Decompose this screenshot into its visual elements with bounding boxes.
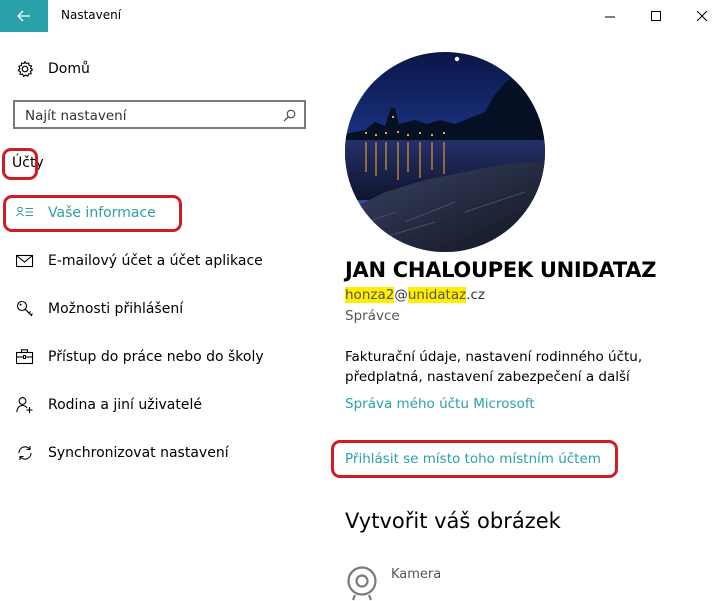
minimize-button[interactable] <box>587 0 633 32</box>
close-button[interactable] <box>679 0 725 32</box>
create-picture-heading: Vytvořit váš obrázek <box>345 509 561 533</box>
title-bar: Nastavení <box>0 0 726 32</box>
sidebar-item-your-info[interactable]: Vaše informace <box>16 202 156 224</box>
back-arrow-icon <box>17 10 30 22</box>
sidebar-item-label: E-mailový účet a účet aplikace <box>48 253 263 269</box>
user-role: Správce <box>345 308 400 324</box>
account-description: Fakturační údaje, nastavení rodinného úč… <box>345 349 643 385</box>
sidebar-item-family-users[interactable]: Rodina a jiní uživatelé <box>16 394 202 416</box>
briefcase-icon <box>16 348 34 366</box>
search-icon <box>283 109 296 122</box>
manage-account-link[interactable]: Správa mého účtu Microsoft <box>345 396 535 412</box>
nav-home[interactable]: Domů <box>16 58 90 80</box>
user-name: JAN CHALOUPEK UNIDATAZ <box>345 258 657 282</box>
sidebar-item-label: Vaše informace <box>48 205 156 221</box>
camera-label: Kamera <box>391 567 442 582</box>
back-button[interactable] <box>0 0 48 32</box>
key-icon <box>16 300 34 318</box>
sidebar-item-label: Synchronizovat nastavení <box>48 445 229 461</box>
minimize-icon <box>604 16 615 17</box>
gear-icon <box>17 60 34 78</box>
avatar[interactable] <box>345 52 545 252</box>
contact-card-icon <box>16 204 34 222</box>
user-email: honza2@unidataz.cz <box>345 287 485 303</box>
window-title: Nastavení <box>61 8 122 22</box>
local-account-link[interactable]: Přihlásit se místo toho místním účtem <box>345 451 601 467</box>
sidebar-item-email-accounts[interactable]: E-mailový účet a účet aplikace <box>16 250 263 272</box>
close-icon <box>696 10 707 21</box>
sidebar-item-sync-settings[interactable]: Synchronizovat nastavení <box>16 442 229 464</box>
search-placeholder: Najít nastavení <box>25 108 127 124</box>
section-title: Účty <box>12 155 44 171</box>
sidebar-item-label: Rodina a jiní uživatelé <box>48 397 202 413</box>
sidebar-item-sign-in-options[interactable]: Možnosti přihlášení <box>16 298 183 320</box>
sidebar-item-work-access[interactable]: Přístup do práce nebo do školy <box>16 346 264 368</box>
email-highlight: honza2 <box>345 287 395 303</box>
sync-icon <box>16 444 34 462</box>
maximize-button[interactable] <box>633 0 679 32</box>
mail-icon <box>16 252 34 270</box>
search-input[interactable]: Najít nastavení <box>13 100 306 129</box>
person-add-icon <box>16 396 34 414</box>
nav-home-label: Domů <box>48 61 90 77</box>
camera-icon[interactable] <box>345 564 379 601</box>
sidebar-item-label: Možnosti přihlášení <box>48 301 184 317</box>
email-highlight: unidataz <box>407 287 467 303</box>
sidebar-item-label: Přístup do práce nebo do školy <box>48 349 264 365</box>
maximize-icon <box>650 10 661 21</box>
